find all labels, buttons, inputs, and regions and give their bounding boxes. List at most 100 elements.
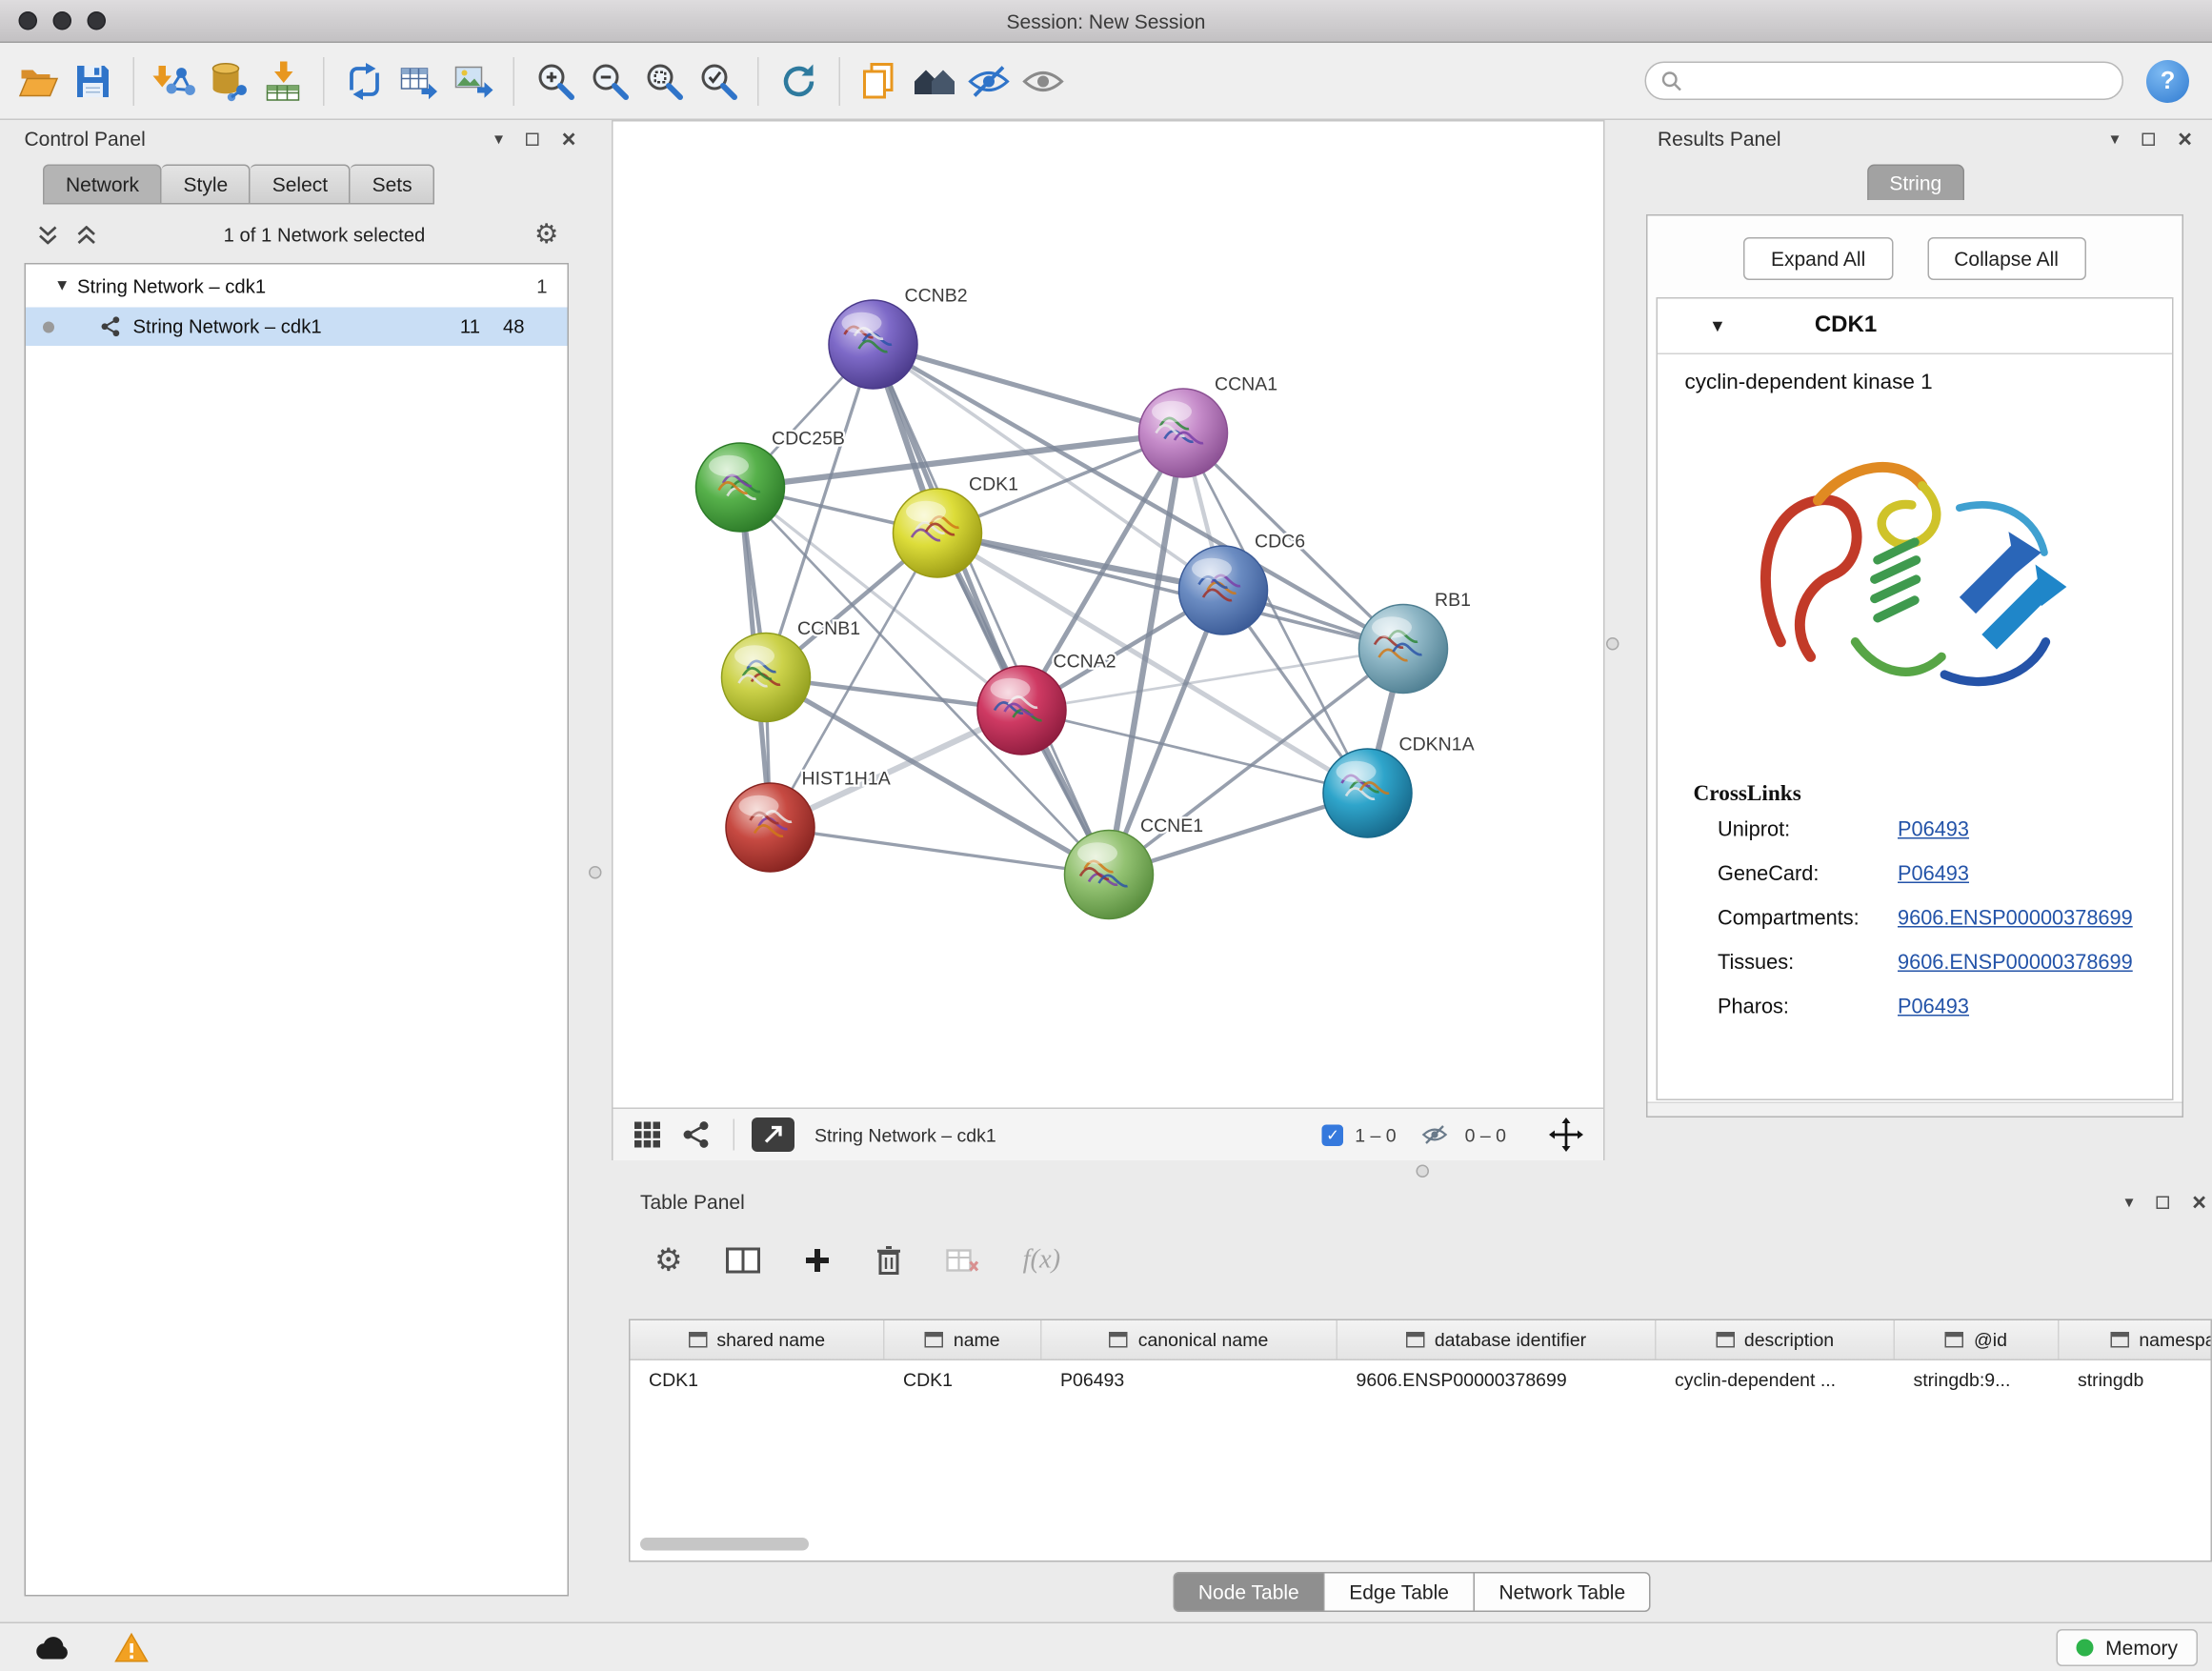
eye-icon[interactable]: [1016, 52, 1071, 110]
crosslink-link-uniprot[interactable]: P06493: [1898, 818, 1969, 841]
toolbar-separator: [133, 56, 135, 105]
detach-view-button[interactable]: [752, 1117, 794, 1152]
column-header-database-identifier[interactable]: database identifier: [1337, 1320, 1657, 1359]
close-panel-icon[interactable]: ×: [2192, 1190, 2206, 1215]
column-header-id[interactable]: @id: [1895, 1320, 2060, 1359]
cell-id[interactable]: stringdb:9...: [1895, 1360, 2060, 1398]
cell-canonical-name[interactable]: P06493: [1042, 1360, 1338, 1398]
table-horizontal-scrollbar[interactable]: [640, 1538, 809, 1551]
collapse-all-button[interactable]: Collapse All: [1927, 237, 2086, 280]
grid-view-icon[interactable]: [633, 1120, 662, 1149]
collapse-all-networks-icon[interactable]: [37, 225, 59, 244]
float-panel-icon[interactable]: [2157, 1196, 2170, 1209]
cell-namespace[interactable]: stringdb: [2060, 1360, 2212, 1398]
cell-description[interactable]: cyclin-dependent ...: [1657, 1360, 1896, 1398]
memory-button[interactable]: Memory: [2057, 1628, 2198, 1665]
column-header-namespace[interactable]: namespace: [2060, 1320, 2212, 1359]
zoom-in-icon[interactable]: [528, 52, 582, 110]
selected-checkbox-icon[interactable]: ✓: [1322, 1124, 1344, 1146]
results-scrollbar[interactable]: [1648, 1102, 2182, 1117]
open-session-icon[interactable]: [11, 52, 66, 110]
table-row[interactable]: CDK1 CDK1 P06493 9606.ENSP00000378699 cy…: [631, 1360, 2211, 1398]
network-canvas[interactable]: CCNB2CCNA1CDC25BCDK1CDC6RB1CCNB1CCNA2CDK…: [613, 122, 1604, 1108]
float-panel-icon[interactable]: [526, 132, 539, 146]
tab-node-table[interactable]: Node Table: [1173, 1572, 1325, 1612]
cell-shared-name[interactable]: CDK1: [631, 1360, 885, 1398]
help-icon[interactable]: ?: [2146, 59, 2189, 102]
crosslink-link-compartments[interactable]: 9606.ENSP00000378699: [1898, 907, 2133, 930]
copy-document-icon[interactable]: [854, 52, 908, 110]
crosslink-link-tissues[interactable]: 9606.ENSP00000378699: [1898, 951, 2133, 974]
export-image-icon[interactable]: [446, 52, 500, 110]
new-network-from-selection-icon[interactable]: [337, 52, 392, 110]
import-network-database-icon[interactable]: [202, 52, 256, 110]
save-session-icon[interactable]: [66, 52, 120, 110]
network-node-rb1[interactable]: RB1: [1359, 590, 1471, 694]
crosslink-row: Uniprot: P06493: [1658, 808, 2172, 853]
tab-network-table[interactable]: Network Table: [1475, 1572, 1651, 1612]
crosslink-link-pharos[interactable]: P06493: [1898, 996, 1969, 1018]
gene-description: cyclin-dependent kinase 1: [1685, 371, 2173, 395]
horizontal-splitter[interactable]: [612, 1160, 2212, 1183]
toolbar-search[interactable]: [1645, 62, 2124, 101]
column-header-canonical-name[interactable]: canonical name: [1042, 1320, 1338, 1359]
collapse-panel-icon[interactable]: ▾: [494, 131, 503, 148]
delete-column-icon[interactable]: [875, 1245, 903, 1277]
network-collection-row[interactable]: ▼ String Network – cdk1 1: [26, 265, 568, 308]
new-table-icon[interactable]: [392, 52, 446, 110]
tab-select[interactable]: Select: [251, 165, 351, 205]
zoom-fit-icon[interactable]: [636, 52, 691, 110]
import-table-icon[interactable]: [256, 52, 311, 110]
expand-all-networks-icon[interactable]: [76, 225, 98, 244]
pan-crosshair-icon[interactable]: [1549, 1117, 1583, 1152]
network-node-count: 11: [460, 316, 480, 338]
column-header-name[interactable]: name: [885, 1320, 1042, 1359]
horizontal-splitter-handle[interactable]: [1417, 1165, 1430, 1178]
right-splitter-handle[interactable]: [1606, 637, 1619, 651]
houses-icon[interactable]: [908, 52, 962, 110]
network-node-ccna1[interactable]: CCNA1: [1139, 374, 1278, 477]
svg-text:CDK1: CDK1: [969, 474, 1018, 495]
expand-all-button[interactable]: Expand All: [1743, 237, 1892, 280]
column-header-shared-name[interactable]: shared name: [631, 1320, 885, 1359]
tab-string[interactable]: String: [1866, 165, 1964, 201]
section-expanded-icon[interactable]: ▼: [1709, 316, 1726, 336]
tab-sets[interactable]: Sets: [351, 165, 435, 205]
tab-network[interactable]: Network: [43, 165, 162, 205]
crosslink-row: Compartments: 9606.ENSP00000378699: [1658, 896, 2172, 941]
refresh-icon[interactable]: [772, 52, 826, 110]
import-network-file-icon[interactable]: [148, 52, 202, 110]
cell-name[interactable]: CDK1: [885, 1360, 1042, 1398]
share-network-icon[interactable]: [682, 1120, 711, 1149]
table-settings-gear-icon[interactable]: ⚙: [654, 1245, 683, 1277]
network-node-ccnb2[interactable]: CCNB2: [829, 286, 968, 390]
show-columns-icon[interactable]: [726, 1246, 760, 1275]
warning-icon[interactable]: [114, 1631, 149, 1662]
hide-unhide-icon[interactable]: [962, 52, 1016, 110]
float-panel-icon[interactable]: [2142, 132, 2156, 146]
tab-style[interactable]: Style: [162, 165, 251, 205]
left-splitter-handle[interactable]: [589, 866, 602, 879]
tab-edge-table[interactable]: Edge Table: [1325, 1572, 1475, 1612]
application-window: Session: New Session: [0, 0, 2212, 1671]
collapse-panel-icon[interactable]: ▾: [2111, 131, 2120, 148]
network-options-gear-icon[interactable]: ⚙: [534, 221, 559, 249]
zoom-selected-icon[interactable]: [691, 52, 745, 110]
cell-database-identifier[interactable]: 9606.ENSP00000378699: [1337, 1360, 1657, 1398]
close-panel-icon[interactable]: ×: [2178, 127, 2192, 151]
network-node-cdk1[interactable]: CDK1: [894, 474, 1019, 577]
crosslink-link-genecard[interactable]: P06493: [1898, 862, 1969, 885]
close-panel-icon[interactable]: ×: [562, 127, 576, 151]
collapse-panel-icon[interactable]: ▾: [2125, 1194, 2134, 1211]
column-header-description[interactable]: description: [1657, 1320, 1896, 1359]
search-input[interactable]: [1692, 69, 2108, 93]
network-row-selected[interactable]: String Network – cdk1 11 48: [26, 308, 568, 347]
table-header-row: shared name name canonical name database…: [631, 1320, 2211, 1360]
cloud-icon[interactable]: [31, 1633, 71, 1661]
network-node-hist1h1a[interactable]: HIST1H1A: [726, 769, 891, 873]
hidden-eye-icon[interactable]: [1419, 1122, 1451, 1148]
zoom-out-icon[interactable]: [582, 52, 636, 110]
tree-expanded-icon[interactable]: ▼: [54, 277, 77, 294]
gene-section-header[interactable]: ▼ CDK1: [1658, 299, 2172, 355]
create-column-icon[interactable]: [803, 1246, 832, 1275]
